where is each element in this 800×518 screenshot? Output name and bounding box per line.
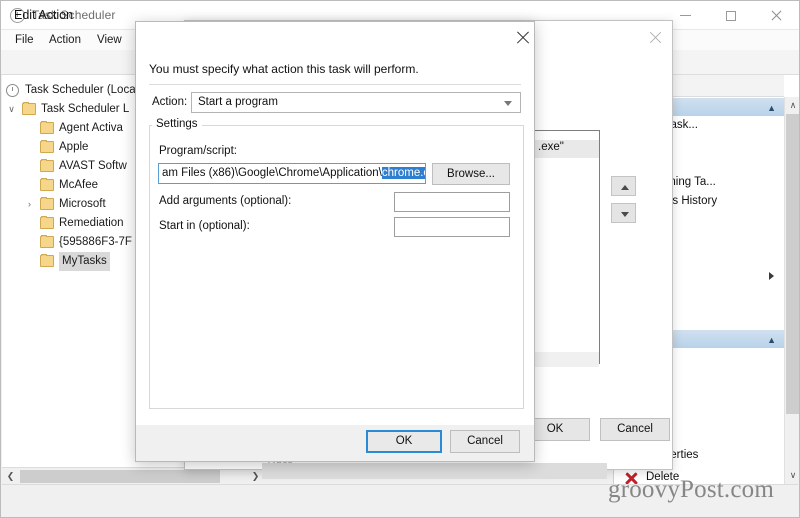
close-button[interactable] bbox=[753, 1, 798, 30]
tree-item-label: Task Scheduler (Loca bbox=[25, 84, 136, 96]
tree-item-label: Microsoft bbox=[59, 198, 106, 210]
folder-icon bbox=[40, 234, 54, 248]
program-path-prefix: am Files (x86)\Google\Chrome\Application… bbox=[162, 167, 382, 179]
settings-legend: Settings bbox=[152, 118, 202, 130]
menu-view[interactable]: View bbox=[89, 30, 130, 50]
folder-icon bbox=[40, 158, 54, 172]
edit-action-cancel-button[interactable]: Cancel bbox=[450, 430, 520, 453]
tree-item-label: Agent Activa bbox=[59, 122, 123, 134]
twisty-collapsed-icon[interactable]: › bbox=[24, 199, 35, 210]
tree-item-label: Remediation bbox=[59, 217, 124, 229]
start-in-input[interactable] bbox=[394, 217, 510, 237]
folder-icon bbox=[22, 101, 36, 115]
edit-action-ok-button[interactable]: OK bbox=[366, 430, 442, 453]
divider bbox=[149, 84, 521, 85]
scrollbar-thumb[interactable] bbox=[20, 470, 220, 483]
tree-item-label: Apple bbox=[59, 141, 89, 153]
action-select[interactable]: Start a program bbox=[191, 92, 521, 113]
actions-vertical-scrollbar[interactable]: ∧ ∨ bbox=[784, 97, 799, 484]
program-script-input[interactable]: am Files (x86)\Google\Chrome\Application… bbox=[158, 163, 426, 184]
menu-file[interactable]: File bbox=[7, 30, 42, 50]
scroll-left-icon[interactable]: ❮ bbox=[2, 468, 19, 484]
tree-item-label: AVAST Softw bbox=[59, 160, 127, 172]
folder-icon bbox=[40, 253, 54, 267]
clock-icon bbox=[6, 84, 19, 97]
bg-list-row-text: .exe" bbox=[538, 141, 564, 153]
add-arguments-label: Add arguments (optional): bbox=[159, 195, 292, 207]
action-label: Action: bbox=[152, 96, 188, 108]
folder-icon bbox=[40, 215, 54, 229]
move-down-button[interactable] bbox=[611, 203, 636, 223]
start-in-label: Start in (optional): bbox=[159, 220, 250, 232]
program-path-selection: chrome.exe" bbox=[381, 167, 425, 179]
move-up-button[interactable] bbox=[611, 176, 636, 196]
edit-action-close-icon[interactable] bbox=[513, 28, 531, 46]
program-script-value: am Files (x86)\Google\Chrome\Application… bbox=[162, 167, 425, 179]
bg-bottom-scrollbar[interactable] bbox=[262, 463, 607, 479]
collapse-icon: ▲ bbox=[767, 103, 776, 113]
scroll-down-icon[interactable]: ∨ bbox=[785, 467, 799, 484]
minimize-icon bbox=[680, 15, 691, 16]
bg-cancel-button[interactable]: Cancel bbox=[600, 418, 670, 441]
close-icon bbox=[770, 10, 782, 22]
program-script-label: Program/script: bbox=[159, 145, 237, 157]
maximize-icon bbox=[725, 10, 736, 21]
close-icon[interactable] bbox=[646, 28, 664, 46]
edit-action-title: Edit Action bbox=[14, 8, 74, 22]
folder-icon bbox=[40, 177, 54, 191]
folder-icon bbox=[40, 196, 54, 210]
edit-action-instruction: You must specify what action this task w… bbox=[149, 62, 419, 76]
action-select-value: Start a program bbox=[198, 96, 278, 108]
tree-item-label: McAfee bbox=[59, 179, 98, 191]
tree-item-label: {595886F3-7F bbox=[59, 236, 132, 248]
browse-button[interactable]: Browse... bbox=[432, 163, 510, 185]
scrollbar-thumb[interactable] bbox=[786, 114, 799, 414]
chevron-down-icon bbox=[504, 101, 512, 106]
move-down-icon bbox=[621, 212, 629, 217]
watermark: groovyPost.com bbox=[608, 476, 774, 503]
edit-action-titlebar bbox=[136, 22, 534, 53]
scroll-up-icon[interactable]: ∧ bbox=[785, 97, 799, 114]
folder-icon bbox=[40, 139, 54, 153]
tree-item-label: Task Scheduler L bbox=[41, 103, 130, 115]
menu-action[interactable]: Action bbox=[41, 30, 89, 50]
collapse-icon: ▲ bbox=[767, 335, 776, 345]
folder-icon bbox=[40, 120, 54, 134]
move-up-icon bbox=[621, 185, 629, 190]
maximize-button[interactable] bbox=[708, 1, 753, 30]
twisty-expanded-icon[interactable]: ∨ bbox=[6, 104, 17, 115]
submenu-arrow-icon bbox=[769, 272, 774, 280]
add-arguments-input[interactable] bbox=[394, 192, 510, 212]
tree-item-label: MyTasks bbox=[59, 252, 110, 271]
